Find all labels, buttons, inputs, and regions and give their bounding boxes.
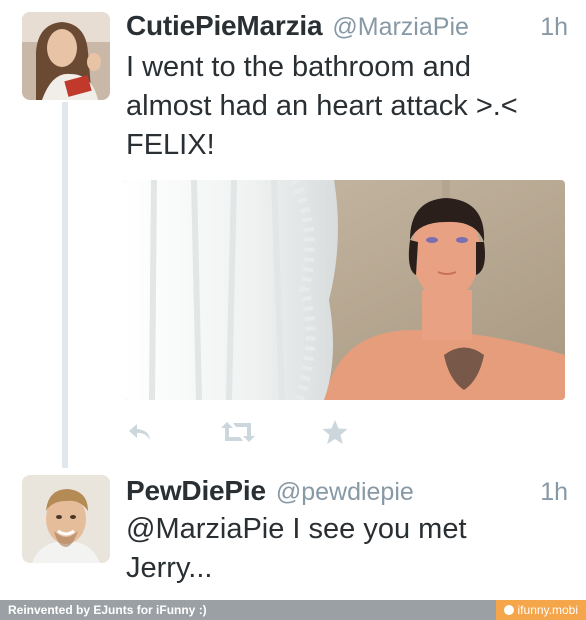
conversation-thread-line: [62, 102, 68, 468]
user-handle[interactable]: @pewdiepie: [276, 478, 414, 507]
pewdiepie-avatar-image: [22, 475, 110, 563]
tweet-text: I went to the bathroom and almost had an…: [126, 51, 518, 161]
timestamp[interactable]: 1h: [540, 478, 568, 507]
retweet-icon: [221, 422, 255, 442]
star-icon: [322, 420, 348, 444]
favorite-button[interactable]: [321, 418, 349, 448]
tweet-header: PewDiePie @pewdiepie 1h: [126, 475, 568, 507]
display-name[interactable]: PewDiePie: [126, 475, 266, 507]
timestamp[interactable]: 1h: [540, 13, 568, 42]
ifunny-badge[interactable]: ifunny.mobi: [495, 600, 586, 620]
reply-icon: [129, 424, 150, 440]
avatar[interactable]: [22, 12, 110, 100]
ifunny-logo-icon: [503, 605, 514, 615]
bathroom-photo-image: [124, 180, 565, 400]
display-name[interactable]: CutiePieMarzia: [126, 10, 323, 42]
user-handle[interactable]: @MarziaPie: [332, 13, 469, 42]
tweet-text: @MarziaPie I see you met Jerry...: [126, 513, 467, 584]
tweet-header: CutiePieMarzia @MarziaPie 1h: [126, 10, 568, 42]
retweet-button[interactable]: [218, 418, 258, 448]
marzia-avatar-image: [22, 12, 110, 100]
avatar[interactable]: [22, 475, 110, 563]
ifunny-badge-label: ifunny.mobi: [517, 603, 578, 617]
reply-button[interactable]: [126, 418, 154, 448]
watermark-credit: Reinvented by EJunts for iFunny :): [8, 603, 207, 617]
tweet-actions: [126, 418, 366, 448]
watermark-footer: Reinvented by EJunts for iFunny :) ifunn…: [0, 600, 586, 620]
tweet-photo[interactable]: [124, 180, 565, 400]
